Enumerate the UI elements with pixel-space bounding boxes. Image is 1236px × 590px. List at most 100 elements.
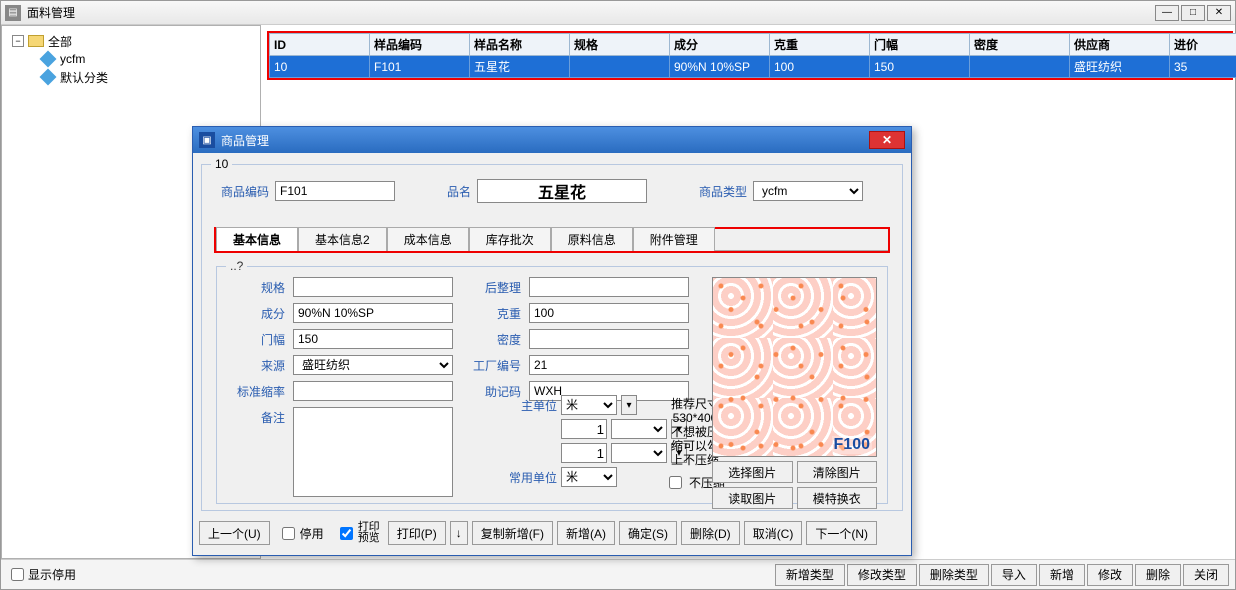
tab-material[interactable]: 原料信息 <box>551 227 633 251</box>
weight-label: 克重 <box>461 305 521 322</box>
delete-button[interactable]: 删除(D) <box>681 521 740 545</box>
type-select[interactable]: ycfm <box>753 181 863 201</box>
print-preview-checkbox[interactable] <box>340 527 353 540</box>
cell <box>970 56 1070 78</box>
stop-label: 停用 <box>300 525 324 542</box>
delete-type-button[interactable]: 删除类型 <box>919 564 989 586</box>
add-button[interactable]: 新增 <box>1039 564 1085 586</box>
copy-add-button[interactable]: 复制新增(F) <box>472 521 553 545</box>
spec-input[interactable] <box>293 277 453 297</box>
read-image-button[interactable]: 读取图片 <box>712 487 793 509</box>
maximize-button[interactable]: □ <box>1181 5 1205 21</box>
col-code[interactable]: 样品编码 <box>370 34 470 56</box>
tree-root-label: 全部 <box>48 33 72 50</box>
choose-image-button[interactable]: 选择图片 <box>712 461 793 483</box>
cell: 10 <box>270 56 370 78</box>
finish-input[interactable] <box>529 277 689 297</box>
col-name[interactable]: 样品名称 <box>470 34 570 56</box>
cell: 盛旺纺织 <box>1070 56 1170 78</box>
col-spec[interactable]: 规格 <box>570 34 670 56</box>
print-button[interactable]: 打印(P) <box>388 521 446 545</box>
main-unit-label: 主单位 <box>507 397 557 414</box>
add-button[interactable]: 新增(A) <box>557 521 615 545</box>
dialog-icon: ▣ <box>199 132 215 148</box>
minimize-button[interactable]: — <box>1155 5 1179 21</box>
close-button[interactable]: ✕ <box>1207 5 1231 21</box>
tree-item-label: 默认分类 <box>60 69 108 86</box>
clear-image-button[interactable]: 清除图片 <box>797 461 878 483</box>
prev-button[interactable]: 上一个(U) <box>199 521 270 545</box>
cancel-button[interactable]: 取消(C) <box>744 521 803 545</box>
show-stopped-label: 显示停用 <box>28 566 76 583</box>
unit-qty1-input[interactable] <box>561 419 607 439</box>
unit-qty2-input[interactable] <box>561 443 607 463</box>
print-dropdown-button[interactable]: ↓ <box>450 521 468 545</box>
common-unit-select[interactable]: 米 <box>561 467 617 487</box>
tab-attach[interactable]: 附件管理 <box>633 227 715 251</box>
cell: F101 <box>370 56 470 78</box>
cell: 90%N 10%SP <box>670 56 770 78</box>
weight-input[interactable] <box>529 303 689 323</box>
dialog-close-button[interactable]: ✕ <box>869 131 905 149</box>
col-weight[interactable]: 克重 <box>770 34 870 56</box>
delete-button[interactable]: 删除 <box>1135 564 1181 586</box>
source-label: 来源 <box>225 357 285 374</box>
tree-item-ycfm[interactable]: ycfm <box>12 50 258 68</box>
col-density[interactable]: 密度 <box>970 34 1070 56</box>
edit-button[interactable]: 修改 <box>1087 564 1133 586</box>
unit-arrow-btn[interactable]: ▾ <box>621 395 637 415</box>
import-button[interactable]: 导入 <box>991 564 1037 586</box>
print-preview-label: 打印 预览 <box>358 522 380 544</box>
stop-checkbox[interactable] <box>282 527 295 540</box>
source-select[interactable]: 盛旺纺织 <box>293 355 453 375</box>
add-type-button[interactable]: 新增类型 <box>775 564 845 586</box>
close-main-button[interactable]: 关闭 <box>1183 564 1229 586</box>
dialog-bottom-bar: 上一个(U) 停用 打印 预览 打印(P) ↓ 复制新增(F) 新增(A) 确定… <box>199 517 905 549</box>
app-icon: ▤ <box>5 5 21 21</box>
table-row[interactable]: 10 F101 五星花 90%N 10%SP 100 150 盛旺纺织 35 <box>270 56 1236 78</box>
folder-icon <box>28 35 44 47</box>
leaf-icon <box>40 69 57 86</box>
col-comp[interactable]: 成分 <box>670 34 770 56</box>
product-image[interactable]: F100 <box>712 277 877 457</box>
code-input[interactable] <box>275 181 395 201</box>
comp-input[interactable] <box>293 303 453 323</box>
remark-textarea[interactable] <box>293 407 453 497</box>
col-id[interactable]: ID <box>270 34 370 56</box>
factory-input[interactable] <box>529 355 689 375</box>
tab-cost[interactable]: 成本信息 <box>387 227 469 251</box>
dialog-titlebar[interactable]: ▣ 商品管理 ✕ <box>193 127 911 153</box>
data-table: ID 样品编码 样品名称 规格 成分 克重 门幅 密度 供应商 进价 <box>269 33 1236 78</box>
edit-type-button[interactable]: 修改类型 <box>847 564 917 586</box>
cell: 五星花 <box>470 56 570 78</box>
tree-item-label: ycfm <box>60 52 85 66</box>
main-unit-select[interactable]: 米 <box>561 395 617 415</box>
tab-stock[interactable]: 库存批次 <box>469 227 551 251</box>
show-stopped-checkbox[interactable] <box>11 568 24 581</box>
tree-collapse-icon[interactable]: − <box>12 35 24 47</box>
main-titlebar: ▤ 面料管理 — □ ✕ <box>1 1 1235 25</box>
density-input[interactable] <box>529 329 689 349</box>
width-input[interactable] <box>293 329 453 349</box>
col-price[interactable]: 进价 <box>1170 34 1236 56</box>
tree-item-default[interactable]: 默认分类 <box>12 68 258 86</box>
tree-root-node[interactable]: − 全部 <box>12 32 258 50</box>
tab-basic2[interactable]: 基本信息2 <box>298 227 387 251</box>
col-width[interactable]: 门幅 <box>870 34 970 56</box>
tab-strip: 基本信息 基本信息2 成本信息 库存批次 原料信息 附件管理 <box>214 227 890 253</box>
ok-button[interactable]: 确定(S) <box>619 521 677 545</box>
tab-basic1[interactable]: 基本信息 <box>216 227 298 251</box>
col-supplier[interactable]: 供应商 <box>1070 34 1170 56</box>
model-dress-button[interactable]: 模特换衣 <box>797 487 878 509</box>
unit-sel2[interactable] <box>611 419 667 439</box>
shrink-input[interactable] <box>293 381 453 401</box>
name-input[interactable] <box>477 179 647 203</box>
next-button[interactable]: 下一个(N) <box>806 521 877 545</box>
type-label: 商品类型 <box>699 183 747 200</box>
comp-label: 成分 <box>225 305 285 322</box>
inner-legend: ..? <box>226 259 247 273</box>
width-label: 门幅 <box>225 331 285 348</box>
no-compress-checkbox[interactable] <box>669 476 682 489</box>
unit-sel3[interactable] <box>611 443 667 463</box>
table-header-row: ID 样品编码 样品名称 规格 成分 克重 门幅 密度 供应商 进价 <box>270 34 1236 56</box>
